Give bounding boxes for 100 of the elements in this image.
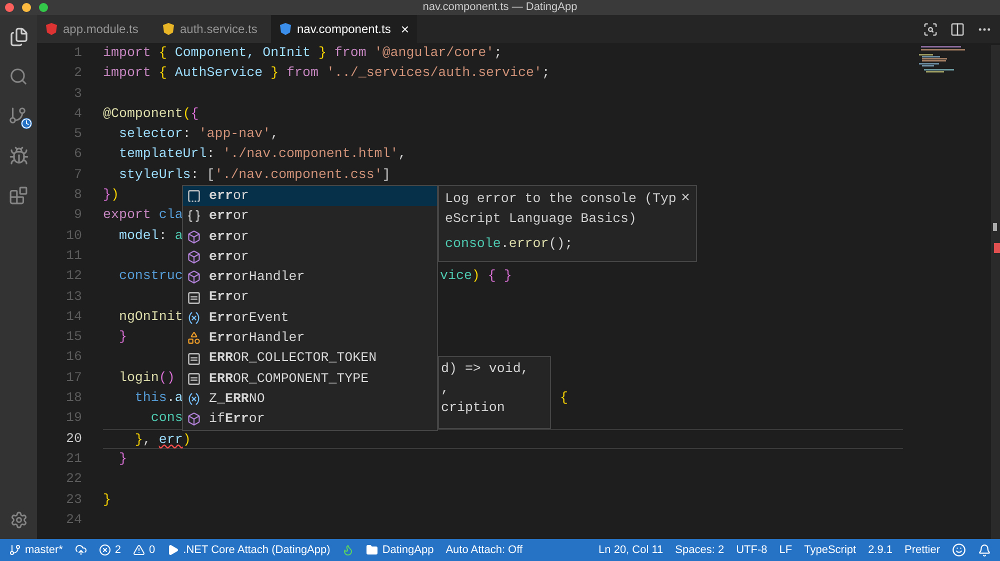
line-number: 23	[65, 490, 82, 509]
suggestion-item[interactable]: errorHandler	[183, 267, 437, 288]
code-token: a	[174, 226, 183, 245]
status-item[interactable]: Spaces: 2	[675, 542, 724, 558]
code-token: :	[206, 145, 216, 164]
close-window-icon[interactable]	[5, 3, 14, 12]
editor-tab[interactable]: auth.service.ts	[154, 15, 271, 43]
debug-icon[interactable]	[8, 146, 28, 166]
suggestion-item[interactable]: ErrorHandler	[183, 328, 437, 348]
braces-icon	[187, 209, 201, 224]
code-token: cla	[158, 206, 183, 224]
line-number: 22	[65, 470, 82, 488]
line-number: 10	[65, 226, 82, 245]
line-number: 4	[73, 104, 82, 123]
error-icon	[98, 544, 111, 556]
variable-icon	[187, 310, 201, 325]
suggestion-item[interactable]: ErrorEvent	[183, 308, 437, 328]
line-number: 17	[65, 368, 82, 387]
suggestion-item[interactable]: error	[183, 226, 437, 247]
line-number: 2	[73, 64, 82, 82]
line-number: 16	[65, 348, 82, 366]
status-item[interactable]: 0	[149, 542, 156, 558]
suggestion-item[interactable]: ERROR_COMPONENT_TYPE	[183, 368, 437, 389]
status-item[interactable]: 2	[114, 542, 122, 558]
code-token: {	[158, 64, 167, 82]
play-icon	[167, 544, 180, 556]
code-token: AuthService	[174, 64, 264, 82]
code-token: import	[103, 44, 151, 62]
suggestion-item[interactable]: Error	[183, 287, 437, 308]
suggestion-item[interactable]: error	[183, 186, 437, 206]
code-token: err	[158, 430, 183, 448]
code-token: ();	[548, 235, 573, 253]
code-token: 'app-nav'	[198, 125, 271, 144]
code-token: ()	[158, 368, 175, 387]
code-token: }	[134, 430, 143, 448]
code-token: (	[182, 104, 191, 123]
minimize-window-icon[interactable]	[22, 3, 31, 12]
bell-icon[interactable]	[978, 544, 991, 556]
line-number: 20	[65, 430, 82, 448]
signature-text: cription	[441, 399, 506, 417]
status-item[interactable]: master*	[25, 542, 63, 558]
cloud-upload-icon[interactable]	[74, 544, 87, 556]
editor-tab[interactable]: nav.component.ts ×	[271, 15, 418, 43]
line-number: 12	[65, 267, 82, 286]
line-number: 21	[65, 450, 82, 468]
line-number: 11	[65, 246, 82, 265]
status-item[interactable]: Prettier	[904, 542, 940, 558]
search-icon[interactable]	[9, 67, 28, 86]
suggestion-item[interactable]: Z_ERRNO	[183, 388, 437, 410]
status-item[interactable]: TypeScript	[804, 542, 856, 558]
code-token: ,	[398, 145, 406, 164]
source-control-icon[interactable]	[8, 106, 30, 126]
code-token: selector	[118, 125, 183, 144]
line-number: 3	[73, 84, 82, 103]
status-item[interactable]: LF	[779, 542, 792, 558]
maximize-window-icon[interactable]	[39, 3, 48, 12]
code-token: { }	[486, 267, 512, 286]
extensions-icon[interactable]	[9, 186, 28, 205]
cube-icon	[187, 412, 201, 426]
error-marker	[994, 243, 1000, 253]
smiley-icon[interactable]	[952, 543, 966, 557]
code-token: model	[118, 226, 159, 245]
code-token: @Component	[103, 104, 183, 123]
status-item[interactable]: DatingApp	[382, 542, 434, 558]
close-details-button[interactable]: ×	[680, 189, 690, 254]
code-token: }	[318, 44, 326, 62]
status-item[interactable]: 2.9.1	[868, 542, 893, 558]
close-tab-button[interactable]: ×	[400, 18, 410, 40]
status-item[interactable]: Ln 20, Col 11	[598, 542, 664, 558]
settings-icon[interactable]	[10, 511, 28, 529]
constant-icon	[187, 372, 201, 386]
constant-icon	[187, 352, 201, 366]
line-number: 9	[73, 206, 82, 224]
status-item[interactable]: UTF-8	[736, 542, 768, 558]
open-changes-icon[interactable]	[923, 22, 938, 36]
suggestion-item[interactable]: error	[183, 206, 437, 227]
scrollbar-marker	[993, 223, 997, 231]
branch-icon	[9, 544, 21, 556]
code-token: a	[174, 389, 183, 408]
code-token: :	[182, 125, 192, 144]
suggestion-item[interactable]: error	[183, 246, 437, 268]
suggestion-item[interactable]: ERROR_COLLECTOR_TOKEN	[183, 348, 437, 369]
code-token: login	[118, 368, 159, 387]
code-token: './nav.component.html'	[222, 145, 398, 164]
class-icon	[187, 331, 201, 346]
split-editor-icon[interactable]	[950, 22, 965, 36]
cube-icon	[187, 270, 201, 284]
status-item[interactable]: .NET Core Attach (DatingApp)	[183, 542, 330, 558]
code-token: ]	[382, 166, 390, 184]
cube-icon	[187, 250, 201, 264]
editor-tab[interactable]: app.module.ts	[37, 15, 154, 43]
flame-icon[interactable]	[342, 544, 354, 556]
line-number: 8	[73, 186, 82, 204]
status-item[interactable]: Auto Attach: Off	[446, 542, 523, 558]
files-icon[interactable]	[8, 27, 28, 47]
code-token: this	[134, 389, 167, 408]
code-token: }	[103, 490, 111, 509]
code-token: construc	[118, 267, 183, 286]
code-token: console	[445, 235, 501, 253]
suggestion-item[interactable]: ifError	[183, 409, 437, 430]
